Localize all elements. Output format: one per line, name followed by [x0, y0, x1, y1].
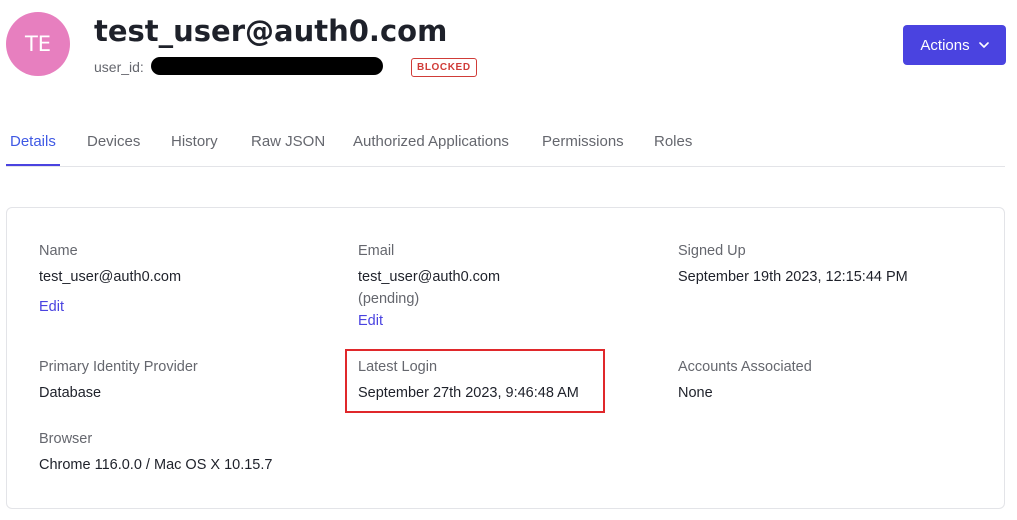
tab-devices[interactable]: Devices [87, 133, 140, 150]
active-tab-indicator [6, 164, 60, 166]
browser-label: Browser [39, 431, 93, 447]
tab-bar: Details Devices History Raw JSON Authori… [6, 124, 1005, 167]
user-id-label: user_id: [94, 59, 144, 75]
email-value: test_user@auth0.com [358, 269, 501, 285]
tab-authorized-applications[interactable]: Authorized Applications [353, 133, 509, 150]
avatar: TE [6, 12, 70, 76]
avatar-initials: TE [24, 32, 52, 56]
name-value: test_user@auth0.com [39, 269, 182, 285]
email-label: Email [358, 243, 395, 259]
tab-permissions[interactable]: Permissions [542, 133, 624, 150]
tab-roles[interactable]: Roles [654, 133, 692, 150]
actions-button-label: Actions [920, 36, 970, 54]
email-pending-note: (pending) [358, 291, 420, 307]
tab-history[interactable]: History [171, 133, 218, 150]
actions-button[interactable]: Actions [903, 25, 1006, 65]
latest-login-highlight [345, 349, 605, 413]
browser-value: Chrome 116.0.0 / Mac OS X 10.15.7 [39, 457, 273, 473]
edit-name-link[interactable]: Edit [39, 299, 64, 315]
primary-identity-provider-label: Primary Identity Provider [39, 359, 198, 375]
chevron-down-icon [978, 41, 989, 49]
tab-details[interactable]: Details [10, 133, 56, 150]
accounts-associated-label: Accounts Associated [678, 359, 812, 375]
accounts-associated-value: None [678, 385, 713, 401]
page-title: test_user@auth0.com [94, 14, 448, 48]
user-id-redaction [151, 57, 383, 75]
primary-identity-provider-value: Database [39, 385, 102, 401]
tab-raw-json[interactable]: Raw JSON [251, 133, 325, 150]
name-label: Name [39, 243, 78, 259]
status-badge: BLOCKED [411, 58, 477, 77]
signed-up-value: September 19th 2023, 12:15:44 PM [678, 269, 908, 285]
edit-email-link[interactable]: Edit [358, 313, 383, 329]
signed-up-label: Signed Up [678, 243, 746, 259]
